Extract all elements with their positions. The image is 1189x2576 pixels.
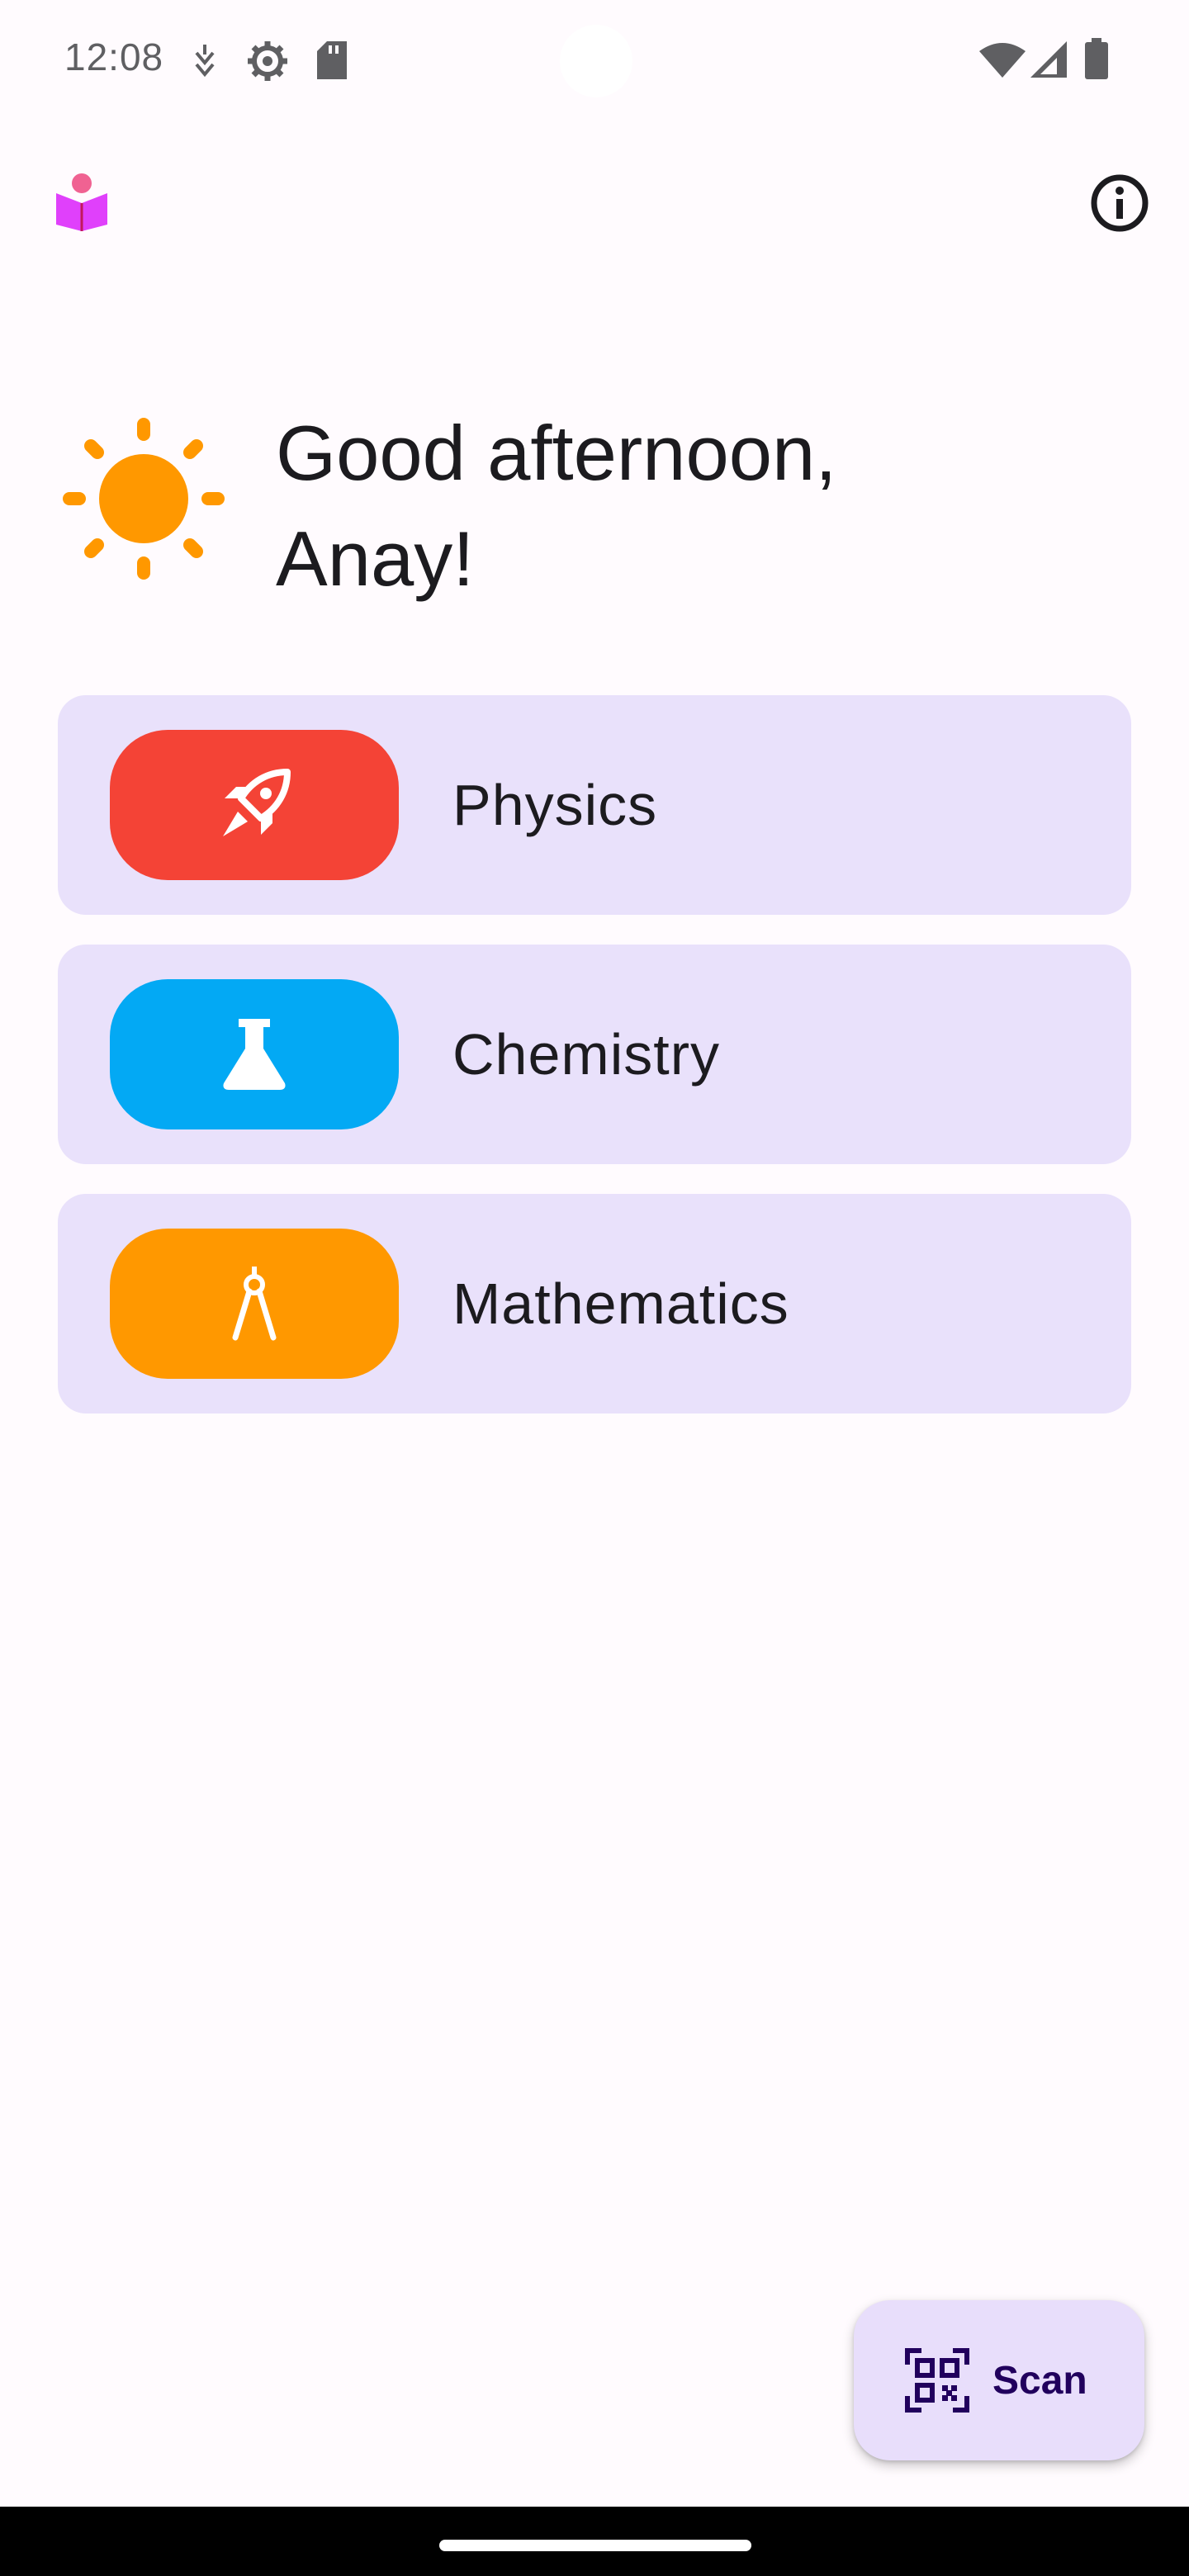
cell-signal-icon bbox=[1030, 41, 1067, 78]
subject-badge-physics bbox=[110, 730, 399, 880]
status-bar: 12:08 bbox=[0, 0, 1189, 124]
navigation-bar bbox=[0, 2507, 1189, 2576]
subject-label-physics: Physics bbox=[452, 773, 658, 837]
home-gesture-handle[interactable] bbox=[439, 2540, 751, 2551]
subject-card-physics[interactable]: Physics bbox=[58, 695, 1131, 915]
status-time: 12:08 bbox=[64, 36, 164, 78]
subject-badge-mathematics bbox=[110, 1229, 399, 1379]
camera-cutout bbox=[560, 25, 632, 97]
greeting-text: Good afternoon, Anay! bbox=[276, 410, 837, 602]
scan-label: Scan bbox=[992, 2358, 1087, 2403]
settings-gear-icon bbox=[246, 40, 289, 83]
subject-label-mathematics: Mathematics bbox=[452, 1271, 789, 1336]
sd-card-icon bbox=[317, 41, 347, 79]
scan-button[interactable]: Scan bbox=[854, 2300, 1144, 2460]
subject-card-mathematics[interactable]: Mathematics bbox=[58, 1194, 1131, 1413]
battery-icon bbox=[1085, 38, 1108, 79]
subject-badge-chemistry bbox=[110, 979, 399, 1129]
subject-label-chemistry: Chemistry bbox=[452, 1022, 721, 1087]
rocket-icon bbox=[223, 769, 291, 836]
flask-icon bbox=[223, 1019, 286, 1090]
info-button[interactable] bbox=[1087, 170, 1153, 236]
subject-card-chemistry[interactable]: Chemistry bbox=[58, 945, 1131, 1164]
usb-debug-icon bbox=[192, 43, 218, 79]
compass-icon bbox=[232, 1267, 277, 1341]
wifi-icon bbox=[979, 41, 1026, 78]
info-icon bbox=[1091, 174, 1149, 232]
reading-person-logo-icon bbox=[54, 172, 109, 231]
sun-icon bbox=[61, 416, 226, 581]
qr-scanner-icon bbox=[905, 2348, 969, 2413]
